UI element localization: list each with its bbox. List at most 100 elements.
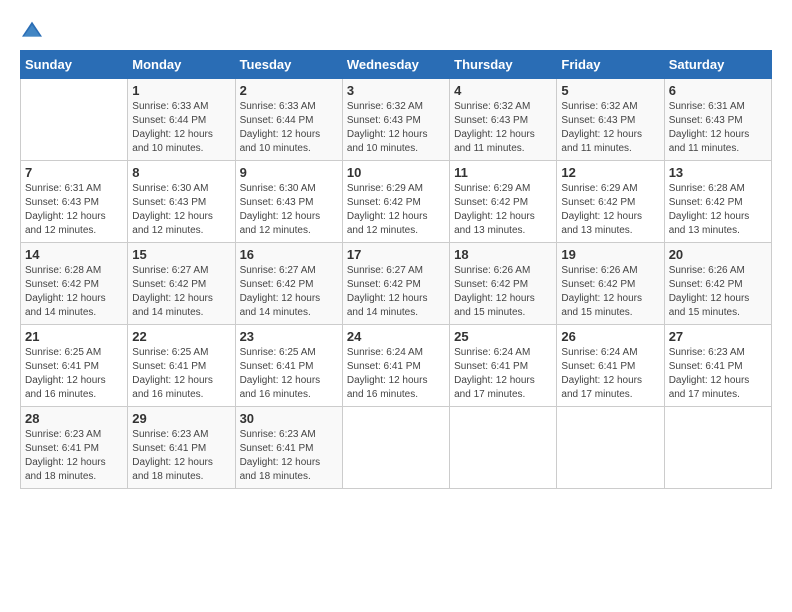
day-info: Sunrise: 6:29 AMSunset: 6:42 PMDaylight:… [454,182,552,238]
sunrise-text: Sunrise: 6:25 AM [240,346,338,360]
daylight-text-cont: and 16 minutes. [25,388,123,402]
day-info: Sunrise: 6:28 AMSunset: 6:42 PMDaylight:… [25,264,123,320]
day-number: 11 [454,165,552,180]
day-info: Sunrise: 6:32 AMSunset: 6:43 PMDaylight:… [347,100,445,156]
daylight-text: Daylight: 12 hours [132,374,230,388]
day-number: 6 [669,83,767,98]
daylight-text: Daylight: 12 hours [132,128,230,142]
daylight-text-cont: and 11 minutes. [561,142,659,156]
daylight-text-cont: and 16 minutes. [132,388,230,402]
daylight-text: Daylight: 12 hours [561,292,659,306]
calendar-cell: 26 Sunrise: 6:24 AMSunset: 6:41 PMDayligh… [557,325,664,407]
day-header-wednesday: Wednesday [342,51,449,79]
calendar-cell: 22 Sunrise: 6:25 AMSunset: 6:41 PMDayligh… [128,325,235,407]
day-info: Sunrise: 6:26 AMSunset: 6:42 PMDaylight:… [669,264,767,320]
day-info: Sunrise: 6:30 AMSunset: 6:43 PMDaylight:… [240,182,338,238]
daylight-text: Daylight: 12 hours [561,374,659,388]
day-info: Sunrise: 6:30 AMSunset: 6:43 PMDaylight:… [132,182,230,238]
calendar-cell: 19Sunrise: 6:26 AMSunset: 6:42 PMDayligh… [557,243,664,325]
sunrise-text: Sunrise: 6:29 AM [561,182,659,196]
calendar-cell: 9Sunrise: 6:30 AMSunset: 6:43 PMDaylight… [235,161,342,243]
day-number: 22 [132,329,230,344]
daylight-text: Daylight: 12 hours [240,292,338,306]
day-info: Sunrise: 6:27 AMSunset: 6:42 PMDaylight:… [347,264,445,320]
day-number: 13 [669,165,767,180]
sunrise-text: Sunrise: 6:26 AM [669,264,767,278]
sunrise-text: Sunrise: 6:31 AM [25,182,123,196]
sunrise-text: Sunrise: 6:29 AM [347,182,445,196]
sunrise-text: Sunrise: 6:30 AM [132,182,230,196]
calendar-cell: 24Sunrise: 6:24 AMSunset: 6:41 PMDayligh… [342,325,449,407]
sunrise-text: Sunrise: 6:24 AM [561,346,659,360]
sunrise-text: Sunrise: 6:32 AM [561,100,659,114]
sunset-text: Sunset: 6:43 PM [347,114,445,128]
day-header-friday: Friday [557,51,664,79]
day-info: Sunrise: 6:23 AMSunset: 6:41 PMDaylight:… [669,346,767,402]
sunrise-text: Sunrise: 6:25 AM [25,346,123,360]
day-info: Sunrise: 6:24 AMSunset: 6:41 PMDaylight:… [561,346,659,402]
sunrise-text: Sunrise: 6:32 AM [347,100,445,114]
sunset-text: Sunset: 6:41 PM [454,360,552,374]
calendar-cell: 4Sunrise: 6:32 AMSunset: 6:43 PMDaylight… [450,79,557,161]
sunrise-text: Sunrise: 6:26 AM [561,264,659,278]
sunset-text: Sunset: 6:43 PM [561,114,659,128]
daylight-text-cont: and 13 minutes. [454,224,552,238]
daylight-text: Daylight: 12 hours [240,128,338,142]
day-info: Sunrise: 6:23 AMSunset: 6:41 PMDaylight:… [25,428,123,484]
calendar-header-row: SundayMondayTuesdayWednesdayThursdayFrid… [21,51,772,79]
sunrise-text: Sunrise: 6:24 AM [454,346,552,360]
calendar-cell [664,407,771,489]
day-number: 24 [347,329,445,344]
calendar-cell: 8Sunrise: 6:30 AMSunset: 6:43 PMDaylight… [128,161,235,243]
daylight-text-cont: and 12 minutes. [347,224,445,238]
day-number: 26 [561,329,659,344]
sunset-text: Sunset: 6:42 PM [25,278,123,292]
sunrise-text: Sunrise: 6:30 AM [240,182,338,196]
calendar-cell: 17Sunrise: 6:27 AMSunset: 6:42 PMDayligh… [342,243,449,325]
daylight-text-cont: and 14 minutes. [25,306,123,320]
sunset-text: Sunset: 6:41 PM [25,442,123,456]
day-header-monday: Monday [128,51,235,79]
day-number: 16 [240,247,338,262]
calendar-body: 1Sunrise: 6:33 AMSunset: 6:44 PMDaylight… [21,79,772,489]
day-number: 21 [25,329,123,344]
daylight-text-cont: and 10 minutes. [240,142,338,156]
sunset-text: Sunset: 6:41 PM [347,360,445,374]
sunrise-text: Sunrise: 6:25 AM [132,346,230,360]
day-number: 18 [454,247,552,262]
sunrise-text: Sunrise: 6:27 AM [132,264,230,278]
sunset-text: Sunset: 6:43 PM [132,196,230,210]
daylight-text-cont: and 14 minutes. [347,306,445,320]
sunrise-text: Sunrise: 6:33 AM [132,100,230,114]
daylight-text: Daylight: 12 hours [669,128,767,142]
calendar-cell: 10Sunrise: 6:29 AMSunset: 6:42 PMDayligh… [342,161,449,243]
day-info: Sunrise: 6:32 AMSunset: 6:43 PMDaylight:… [561,100,659,156]
day-header-tuesday: Tuesday [235,51,342,79]
sunrise-text: Sunrise: 6:31 AM [669,100,767,114]
day-info: Sunrise: 6:31 AMSunset: 6:43 PMDaylight:… [669,100,767,156]
daylight-text-cont: and 18 minutes. [240,470,338,484]
sunset-text: Sunset: 6:41 PM [240,442,338,456]
sunrise-text: Sunrise: 6:27 AM [240,264,338,278]
sunrise-text: Sunrise: 6:24 AM [347,346,445,360]
daylight-text-cont: and 12 minutes. [132,224,230,238]
sunrise-text: Sunrise: 6:23 AM [669,346,767,360]
calendar-cell: 11 Sunrise: 6:29 AMSunset: 6:42 PMDayligh… [450,161,557,243]
day-number: 14 [25,247,123,262]
day-info: Sunrise: 6:25 AMSunset: 6:41 PMDaylight:… [240,346,338,402]
daylight-text-cont: and 15 minutes. [669,306,767,320]
daylight-text: Daylight: 12 hours [25,374,123,388]
day-info: Sunrise: 6:26 AMSunset: 6:42 PMDaylight:… [454,264,552,320]
sunset-text: Sunset: 6:43 PM [240,196,338,210]
day-number: 27 [669,329,767,344]
calendar-cell: 15Sunrise: 6:27 AMSunset: 6:42 PMDayligh… [128,243,235,325]
sunset-text: Sunset: 6:41 PM [132,360,230,374]
sunset-text: Sunset: 6:42 PM [561,196,659,210]
daylight-text-cont: and 13 minutes. [561,224,659,238]
daylight-text: Daylight: 12 hours [25,210,123,224]
daylight-text: Daylight: 12 hours [240,374,338,388]
day-info: Sunrise: 6:28 AMSunset: 6:42 PMDaylight:… [669,182,767,238]
day-info: Sunrise: 6:24 AMSunset: 6:41 PMDaylight:… [454,346,552,402]
logo-icon [20,20,44,40]
daylight-text-cont: and 10 minutes. [132,142,230,156]
